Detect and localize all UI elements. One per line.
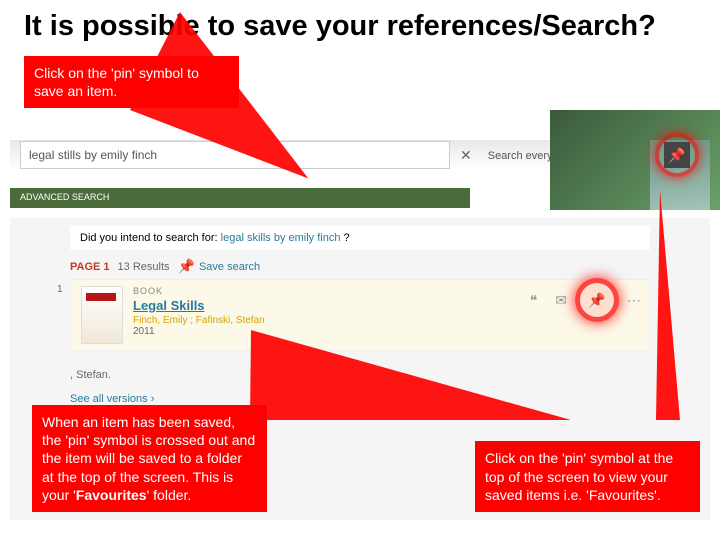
did-you-mean: Did you intend to search for: legal skil…: [70, 226, 650, 250]
advanced-search-link[interactable]: ADVANCED SEARCH: [10, 188, 470, 208]
pin-icon: 📌: [178, 258, 195, 275]
suggest-link[interactable]: legal skills by emily finch: [221, 232, 341, 244]
favourites-pin-button[interactable]: 📌: [664, 142, 690, 168]
callout-bold: Favourites: [76, 487, 147, 503]
see-all-versions-link[interactable]: See all versions ›: [70, 393, 154, 405]
result-meta: BOOK Legal Skills Finch, Emily ; Fafinsk…: [133, 286, 265, 344]
result-count: 13 Results: [118, 261, 170, 273]
callout-view-favourites: Click on the 'pin' symbol at the top of …: [475, 441, 700, 512]
highlight-halo: [575, 278, 619, 322]
suggest-suffix: ?: [340, 232, 349, 244]
callout-arrow-2: [250, 330, 571, 420]
result-actions: ❝ ✉ 📌 ⋯: [530, 288, 641, 312]
result-authors: Finch, Emily ; Fafinski, Stefan: [133, 315, 265, 326]
quote-icon[interactable]: ❝: [530, 292, 538, 309]
page-bar: PAGE 1 13 Results 📌 Save search: [70, 258, 650, 275]
callout-saved-state: When an item has been saved, the 'pin' s…: [32, 405, 267, 512]
result-index: 1: [57, 284, 63, 295]
book-thumbnail: [81, 286, 123, 344]
author-fragment: , Stefan.: [70, 369, 111, 381]
callout-arrow-3: [656, 190, 680, 420]
result-title-link[interactable]: Legal Skills: [133, 298, 265, 313]
save-search-label: Save search: [199, 261, 260, 273]
search-query-text: legal stills by emily finch: [29, 148, 157, 162]
result-type: BOOK: [133, 286, 265, 296]
callout-save-item: Click on the 'pin' symbol to save an ite…: [24, 56, 239, 108]
suggest-prefix: Did you intend to search for:: [80, 232, 221, 244]
highlight-halo: [655, 133, 699, 177]
page-label: PAGE 1: [70, 261, 110, 273]
result-year: 2011: [133, 326, 265, 337]
callout-text-2: ' folder.: [147, 487, 192, 503]
more-menu[interactable]: ⋯: [627, 292, 641, 309]
mail-icon[interactable]: ✉: [555, 292, 567, 309]
clear-icon[interactable]: ✕: [460, 147, 472, 164]
result-pin-button[interactable]: 📌: [585, 288, 609, 312]
page-title: It is possible to save your references/S…: [24, 10, 710, 43]
save-search-link[interactable]: 📌 Save search: [178, 258, 261, 275]
